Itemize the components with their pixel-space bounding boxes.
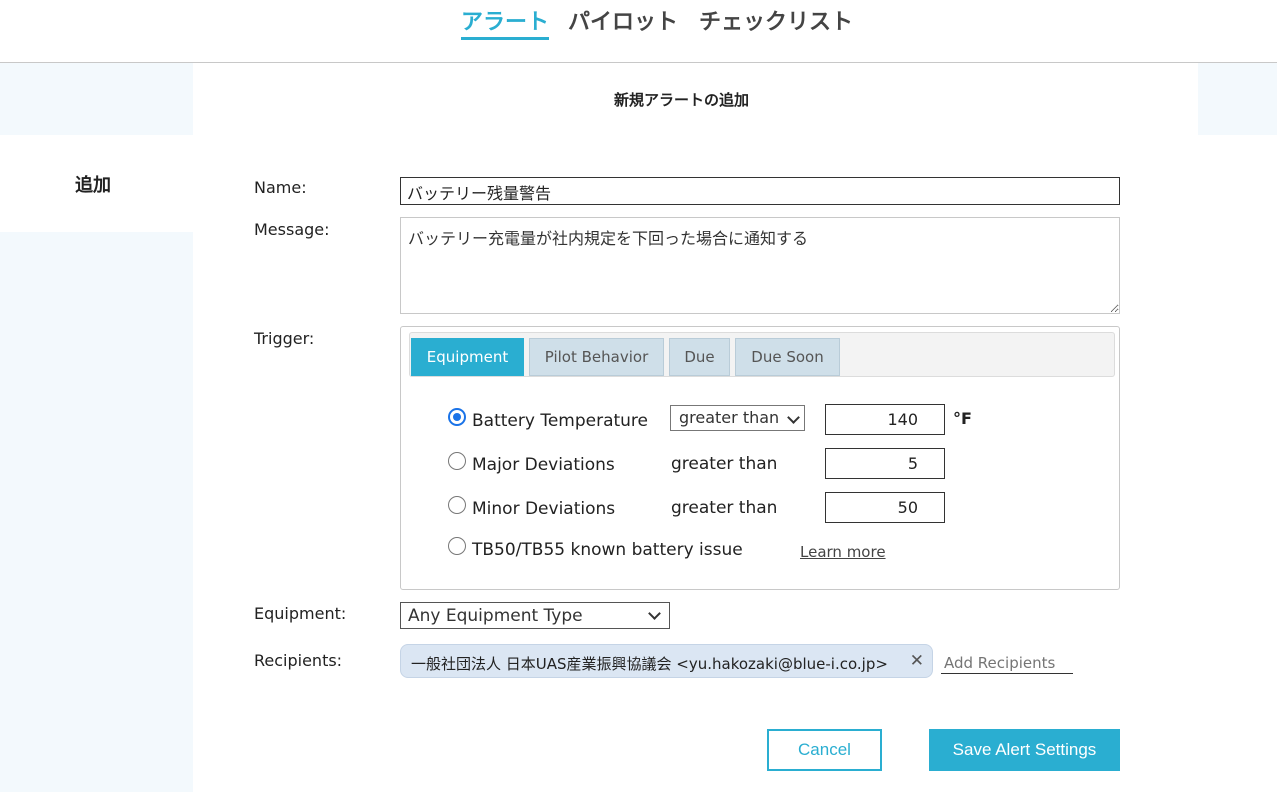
right-panel-top [1198,63,1277,135]
chevron-down-icon [648,607,661,620]
option-label-tb50-battery-issue: TB50/TB55 known battery issue [472,540,743,560]
left-panel-bottom [0,232,193,792]
nav-tab-alerts[interactable]: アラート [461,4,550,40]
tab-equipment[interactable]: Equipment [411,338,524,376]
chevron-down-icon [787,411,800,424]
recipient-chip-text: 一般社団法人 日本UAS産業振興協議会 <yu.hakozaki@blue-i.… [411,655,888,673]
comparison-text-minor: greater than [671,498,778,518]
battery-temperature-value-input[interactable]: 140 [825,404,945,435]
equipment-select[interactable]: Any Equipment Type [400,602,670,629]
option-label-minor-deviations: Minor Deviations [472,499,616,519]
minor-deviations-value-input[interactable]: 50 [825,492,945,523]
comparison-select[interactable]: greater than [670,405,805,431]
trigger-tab-bar: Equipment Pilot Behavior Due Due Soon [409,332,1115,377]
recipient-chip: 一般社団法人 日本UAS産業振興協議会 <yu.hakozaki@blue-i.… [400,644,933,678]
trigger-label: Trigger: [254,329,315,348]
save-alert-settings-button[interactable]: Save Alert Settings [929,729,1120,771]
option-label-battery-temperature: Battery Temperature [472,411,649,431]
name-label: Name: [254,178,307,197]
close-icon[interactable]: ✕ [910,651,924,671]
equipment-select-value: Any Equipment Type [408,606,583,626]
equipment-label: Equipment: [254,604,347,623]
add-recipients-input[interactable] [941,653,1073,674]
name-input[interactable]: バッテリー残量警告 [400,177,1120,205]
form-title: 新規アラートの追加 [614,91,750,109]
trigger-panel: Equipment Pilot Behavior Due Due Soon Ba… [400,326,1120,590]
comparison-text-major: greater than [671,454,778,474]
top-nav: アラート パイロット チェックリスト [0,0,1277,63]
radio-battery-temperature[interactable] [448,408,466,426]
option-label-major-deviations: Major Deviations [472,455,615,475]
radio-minor-deviations[interactable] [448,496,466,514]
unit-label: °F [953,409,972,428]
learn-more-link[interactable]: Learn more [800,543,886,561]
recipients-label: Recipients: [254,651,343,670]
tab-due-soon[interactable]: Due Soon [735,338,840,376]
radio-major-deviations[interactable] [448,452,466,470]
sidebar-item-add[interactable]: 追加 [75,171,111,197]
nav-tab-checklists[interactable]: チェックリスト [699,4,853,36]
major-deviations-value-input[interactable]: 5 [825,448,945,479]
nav-tab-pilots[interactable]: パイロット [568,4,678,36]
tab-pilot-behavior[interactable]: Pilot Behavior [529,338,664,376]
radio-tb50-battery-issue[interactable] [448,537,466,555]
message-textarea[interactable]: バッテリー充電量が社内規定を下回った場合に通知する [400,217,1120,314]
left-panel-top [0,63,193,135]
tab-due[interactable]: Due [669,338,730,376]
message-label: Message: [254,220,330,239]
cancel-button[interactable]: Cancel [767,729,882,771]
comparison-select-value: greater than [679,408,780,427]
